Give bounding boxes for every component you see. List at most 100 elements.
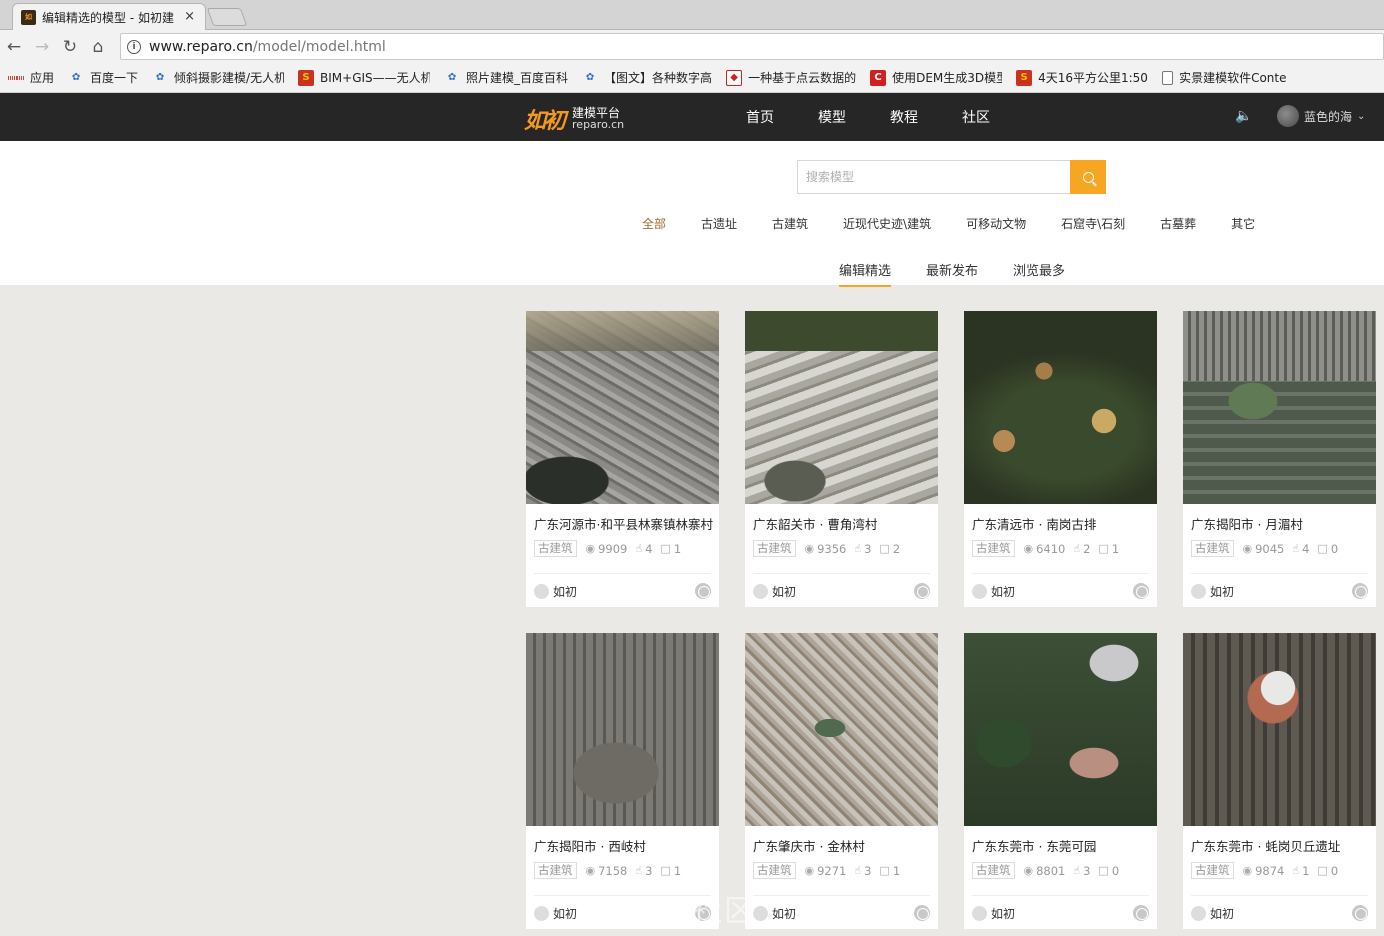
model-thumbnail[interactable] <box>1183 311 1376 504</box>
home-icon[interactable]: ⌂ <box>84 33 112 61</box>
comment-icon: □ <box>1098 542 1109 555</box>
globe-icon[interactable] <box>695 583 711 599</box>
model-thumbnail[interactable] <box>745 311 938 504</box>
bookmark-item[interactable]: ◆ 一种基于点云数据的 <box>726 69 856 86</box>
browser-toolbar: ← → ↻ ⌂ i www.reparo.cn/model/model.html <box>0 30 1384 63</box>
comment-icon: □ <box>879 542 890 555</box>
speaker-icon[interactable]: 🔈 <box>1235 108 1253 126</box>
category-option[interactable]: 古墓葬 <box>1160 215 1196 232</box>
model-card[interactable]: 广东揭阳市 · 月湄村 古建筑 ◉ 9045 ☝ 4 □ 0 如初 <box>1183 311 1376 607</box>
model-thumbnail[interactable] <box>526 633 719 826</box>
model-thumbnail[interactable] <box>745 633 938 826</box>
category-option[interactable]: 石窟寺\石刻 <box>1061 215 1125 232</box>
thumbs-up-icon: ☝ <box>1292 542 1300 555</box>
globe-icon[interactable] <box>1352 583 1368 599</box>
nav-models[interactable]: 模型 <box>818 107 846 127</box>
author[interactable]: 如初 <box>534 583 577 600</box>
category-option[interactable]: 可移动文物 <box>966 215 1026 232</box>
author[interactable]: 如初 <box>753 905 796 922</box>
baidu-paw-icon: ✿ <box>71 72 81 83</box>
model-thumbnail[interactable] <box>964 311 1157 504</box>
model-thumbnail[interactable] <box>1183 633 1376 826</box>
sort-tab[interactable]: 最新发布 <box>926 260 978 287</box>
divider <box>1191 573 1368 574</box>
reload-icon[interactable]: ↻ <box>56 33 84 61</box>
browser-tab[interactable]: 如 编辑精选的模型 - 如初建 × <box>12 3 206 30</box>
model-card[interactable]: 广东肇庆市 · 金林村 古建筑 ◉ 9271 ☝ 3 □ 1 如初 <box>745 633 938 929</box>
globe-icon[interactable] <box>1133 905 1149 921</box>
aerial-photo <box>1183 633 1376 826</box>
comments-count: 1 <box>673 863 682 878</box>
author[interactable]: 如初 <box>1191 905 1234 922</box>
tab-close-icon[interactable]: × <box>184 9 195 24</box>
search-button[interactable] <box>1070 160 1106 194</box>
bookmark-item[interactable]: 实景建模软件Conte <box>1162 69 1287 86</box>
author[interactable]: 如初 <box>972 905 1015 922</box>
bookmark-item[interactable]: ✿ 倾斜摄影建模/无人机 <box>152 69 284 86</box>
model-title[interactable]: 广东东莞市 · 东莞可园 <box>972 836 1152 855</box>
site-logo[interactable]: 如初 建模平台 reparo.cn <box>524 103 624 135</box>
thumbs-up-icon: ☝ <box>635 864 643 877</box>
model-card[interactable]: 广东清远市 · 南岗古排 古建筑 ◉ 6410 ☝ 2 □ 1 如初 <box>964 311 1157 607</box>
model-card[interactable]: 广东东莞市 · 东莞可园 古建筑 ◉ 8801 ☝ 3 □ 0 如初 <box>964 633 1157 929</box>
bookmark-red-icon: ◆ <box>726 69 743 86</box>
model-title[interactable]: 广东清远市 · 南岗古排 <box>972 514 1152 533</box>
model-thumbnail[interactable] <box>526 311 719 504</box>
user-menu[interactable]: 蓝色的海 ⌄ <box>1277 105 1365 127</box>
forward-arrow-icon[interactable]: → <box>28 33 56 61</box>
category-option[interactable]: 古建筑 <box>772 215 808 232</box>
model-meta: 古建筑 ◉ 9356 ☝ 3 □ 2 <box>753 540 908 557</box>
model-title[interactable]: 广东河源市·和平县林寨镇林寨村 <box>534 514 714 533</box>
eye-icon: ◉ <box>804 864 815 877</box>
author[interactable]: 如初 <box>1191 583 1234 600</box>
model-title[interactable]: 广东揭阳市 · 月湄村 <box>1191 514 1371 533</box>
search-input[interactable] <box>797 160 1070 194</box>
bookmark-item[interactable]: C 使用DEM生成3D模型 <box>870 69 1002 86</box>
model-title[interactable]: 广东韶关市 · 曹角湾村 <box>753 514 933 533</box>
nav-community[interactable]: 社区 <box>962 107 990 127</box>
model-thumbnail[interactable] <box>964 633 1157 826</box>
views-count: 7158 <box>598 863 628 878</box>
model-card[interactable]: 广东东莞市 · 蚝岗贝丘遗址 古建筑 ◉ 9874 ☝ 1 □ 0 如初 <box>1183 633 1376 929</box>
eye-icon: ◉ <box>1242 864 1253 877</box>
category-option[interactable]: 近现代史迹\建筑 <box>843 215 931 232</box>
back-arrow-icon[interactable]: ← <box>0 33 28 61</box>
globe-icon[interactable] <box>1352 905 1368 921</box>
sort-tab[interactable]: 编辑精选 <box>839 260 892 287</box>
model-card[interactable]: 广东韶关市 · 曹角湾村 古建筑 ◉ 9356 ☝ 3 □ 2 如初 <box>745 311 938 607</box>
new-tab-button[interactable] <box>206 8 248 26</box>
author[interactable]: 如初 <box>753 583 796 600</box>
comments-stat: □ 1 <box>1098 542 1119 556</box>
category-option[interactable]: 其它 <box>1231 215 1255 232</box>
globe-icon[interactable] <box>1133 583 1149 599</box>
model-title[interactable]: 广东肇庆市 · 金林村 <box>753 836 933 855</box>
model-title[interactable]: 广东东莞市 · 蚝岗贝丘遗址 <box>1191 836 1371 855</box>
category-tag: 古建筑 <box>1191 862 1234 879</box>
model-card[interactable]: 广东河源市·和平县林寨镇林寨村 古建筑 ◉ 9909 ☝ 4 □ 1 如初 <box>526 311 719 607</box>
category-option[interactable]: 全部 <box>642 215 666 232</box>
bookmark-item[interactable]: ✿ 照片建模_百度百科 <box>444 69 568 86</box>
category-option[interactable]: 古遗址 <box>701 215 737 232</box>
bookmark-item[interactable]: 应用 <box>8 69 54 86</box>
views-count: 9909 <box>598 541 628 556</box>
nav-home[interactable]: 首页 <box>746 107 774 127</box>
model-card[interactable]: 广东揭阳市 · 西岐村 古建筑 ◉ 7158 ☝ 3 □ 1 如初 <box>526 633 719 929</box>
author-name: 如初 <box>991 585 1016 599</box>
author[interactable]: 如初 <box>972 583 1015 600</box>
category-tag: 古建筑 <box>753 862 796 879</box>
address-bar[interactable]: i www.reparo.cn/model/model.html <box>120 33 1384 60</box>
aerial-photo <box>1183 311 1376 504</box>
author[interactable]: 如初 <box>534 905 577 922</box>
bookmark-item[interactable]: ✿ 【图文】各种数字高 <box>582 69 712 86</box>
globe-icon[interactable] <box>914 905 930 921</box>
bookmark-item[interactable]: S BIM+GIS——无人机 <box>298 69 430 86</box>
nav-tutorials[interactable]: 教程 <box>890 107 918 127</box>
filter-area: 全部 古遗址 古建筑 近现代史迹\建筑 可移动文物 石窟寺\石刻 古墓葬 其它 编辑精选 最新发… <box>0 141 1384 287</box>
bookmark-item[interactable]: S 4天16平方公里1:500 <box>1016 69 1148 86</box>
model-title[interactable]: 广东揭阳市 · 西岐村 <box>534 836 714 855</box>
comments-stat: □ 0 <box>1317 864 1338 878</box>
sort-tab[interactable]: 浏览最多 <box>1013 260 1065 287</box>
bookmark-item[interactable]: ✿ 百度一下 <box>68 69 138 86</box>
globe-icon[interactable] <box>914 583 930 599</box>
info-icon[interactable]: i <box>127 39 141 54</box>
